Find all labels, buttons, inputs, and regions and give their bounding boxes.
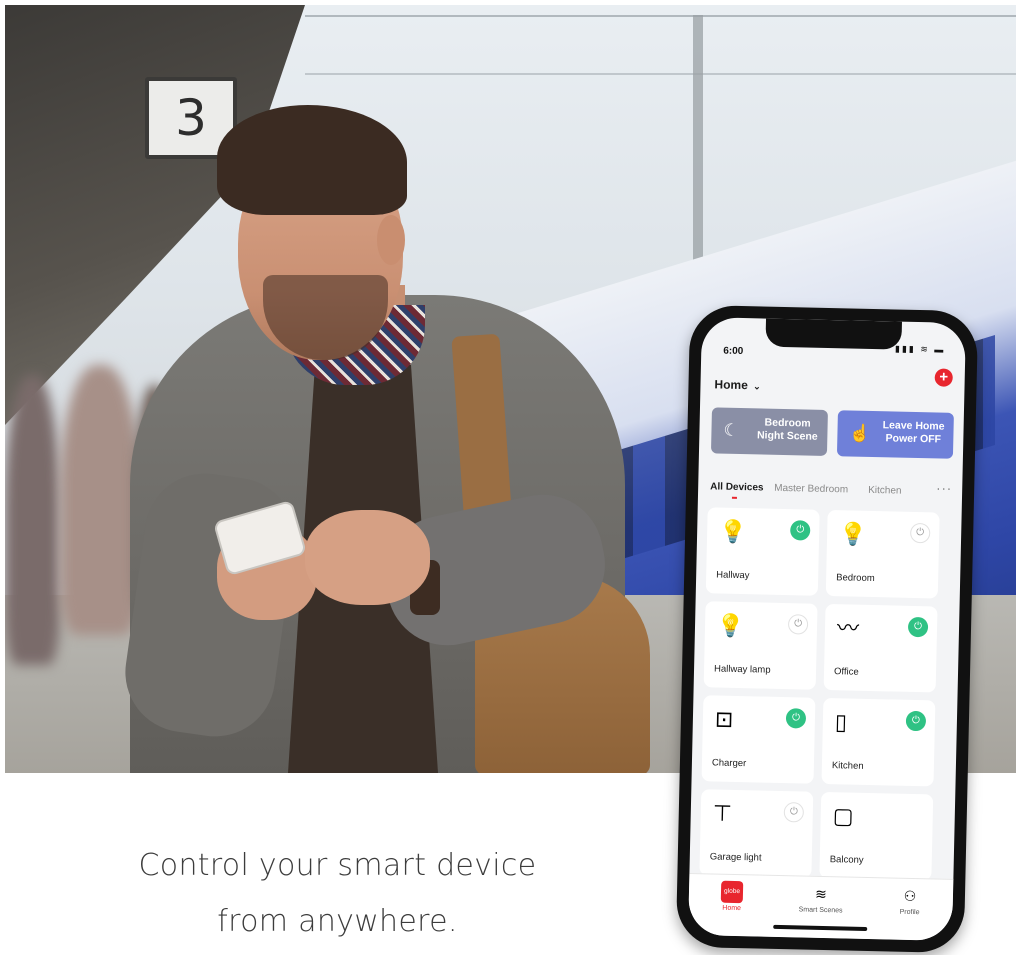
scene-label: Bedroom Night Scene [756, 416, 818, 443]
add-device-button[interactable]: + [934, 368, 953, 387]
status-time: 6:00 [723, 345, 744, 358]
device-name: Garage light [709, 851, 762, 864]
man-right-hand [305, 510, 430, 605]
power-toggle-icon[interactable]: ⏻ [783, 802, 805, 823]
tagline: Control your smart device from anywhere. [100, 838, 575, 950]
chevron-down-icon: ⌄ [753, 381, 761, 392]
smartphone-mockup: 6:00 ▮▮▮ ≋ ▬ Home ⌄ + ☾ Bedroom Night Sc… [675, 304, 979, 954]
layers-icon: ≋ [814, 885, 828, 903]
power-toggle-icon[interactable]: ⏻ [905, 710, 927, 732]
overhead-wires [305, 15, 1016, 75]
tagline-line-1: Control your smart device [138, 848, 537, 883]
catenary-pylon [693, 15, 703, 275]
power-toggle-icon[interactable]: ⏻ [790, 520, 811, 541]
led-strip-icon: 〰 [836, 615, 860, 641]
scene-bedroom-night[interactable]: ☾ Bedroom Night Scene [710, 407, 828, 456]
bulb-icon: 💡 [718, 518, 747, 545]
tab-profile-label: Profile [899, 908, 920, 917]
device-name: Balcony [829, 854, 864, 866]
room-tabs: All Devices Master Bedroom Kitchen ··· [710, 477, 954, 505]
device-card-charger[interactable]: ⊡ ⏻ Charger [701, 695, 816, 784]
home-logo-icon: globe [720, 880, 744, 904]
tap-hand-icon: ☝ [849, 423, 871, 443]
scene-label: Leave Home Power OFF [882, 419, 945, 446]
man-hair [217, 105, 407, 215]
bottom-tab-bar: globe Home ≋ Smart Scenes ⚇ Profile [688, 872, 954, 941]
home-selector-label: Home [714, 377, 749, 393]
moon-icon: ☾ [723, 420, 739, 440]
phone-notch [765, 318, 902, 350]
tab-all-devices[interactable]: All Devices [710, 481, 764, 493]
device-grid: 💡 ⏻ Hallway 💡 ⏻ Bedroom 💡 ⏻ Hallway lamp… [699, 507, 952, 881]
profile-icon: ⚇ [903, 887, 917, 905]
device-name: Charger [711, 757, 747, 770]
flood-light-icon: ⊤ [712, 800, 733, 826]
device-card-office[interactable]: 〰 ⏻ Office [823, 603, 938, 693]
bulb-icon: 💡 [838, 521, 867, 547]
power-toggle-icon[interactable]: ⏻ [787, 614, 809, 635]
device-name: Hallway lamp [713, 663, 771, 676]
tab-profile[interactable]: ⚇ Profile [875, 884, 946, 917]
scene-shortcuts: ☾ Bedroom Night Scene ☝ Leave Home Power… [710, 407, 954, 459]
outlet-icon: ⊡ [714, 706, 734, 732]
device-name: Bedroom [836, 572, 875, 585]
blurred-passerby [5, 375, 60, 665]
active-tab-indicator [731, 496, 737, 499]
status-icons: ▮▮▮ ≋ ▬ [894, 343, 946, 355]
device-card-balcony[interactable]: ▢ Balcony [819, 791, 934, 881]
tab-home[interactable]: globe Home [697, 880, 768, 913]
device-card-hallway-lamp[interactable]: 💡 ⏻ Hallway lamp [703, 601, 818, 690]
man-ear [377, 215, 405, 265]
blurred-passerby [60, 365, 140, 635]
device-card-kitchen[interactable]: ▯ ⏻ Kitchen [821, 697, 936, 787]
device-card-bedroom[interactable]: 💡 ⏻ Bedroom [825, 509, 940, 599]
tab-smart-scenes-label: Smart Scenes [798, 906, 843, 915]
tab-home-label: Home [722, 904, 742, 913]
app-screen: 6:00 ▮▮▮ ≋ ▬ Home ⌄ + ☾ Bedroom Night Sc… [688, 317, 966, 941]
home-selector[interactable]: Home ⌄ [714, 377, 761, 392]
tab-master-bedroom[interactable]: Master Bedroom [774, 483, 848, 496]
device-name: Office [833, 666, 859, 678]
bulb-icon: 💡 [716, 612, 745, 639]
wall-switch-icon: ▯ [834, 709, 848, 735]
power-toggle-icon[interactable]: ⏻ [909, 522, 931, 544]
tab-smart-scenes[interactable]: ≋ Smart Scenes [786, 882, 857, 915]
tagline-line-2: from anywhere. [217, 904, 458, 939]
scene-leave-home[interactable]: ☝ Leave Home Power OFF [836, 410, 954, 459]
tab-kitchen[interactable]: Kitchen [868, 485, 902, 497]
power-toggle-icon[interactable]: ⏻ [907, 616, 929, 638]
device-card-garage-light[interactable]: ⊤ ⏻ Garage light [699, 789, 814, 878]
more-tabs-icon[interactable]: ··· [936, 480, 952, 495]
doorbell-icon: ▢ [832, 803, 854, 829]
device-name: Kitchen [831, 760, 864, 772]
device-name: Hallway [716, 569, 750, 582]
power-toggle-icon[interactable]: ⏻ [785, 708, 807, 729]
device-card-hallway[interactable]: 💡 ⏻ Hallway [705, 507, 820, 596]
